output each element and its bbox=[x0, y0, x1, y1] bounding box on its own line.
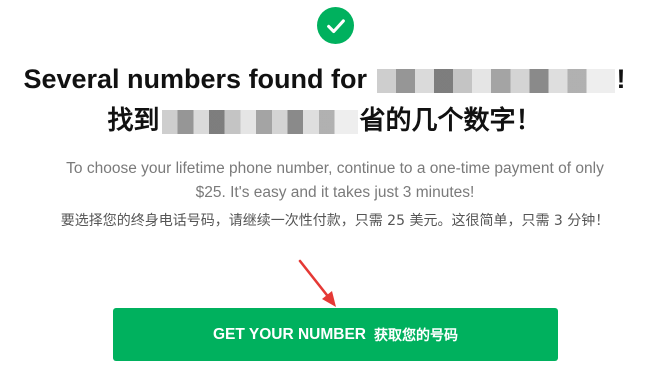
get-your-number-button[interactable]: GET YOUR NUMBER 获取您的号码 bbox=[113, 308, 558, 361]
checkmark-icon bbox=[326, 18, 345, 33]
title-zh-prefix: 找到 bbox=[107, 106, 160, 136]
page-title-english: Several numbers found for ! bbox=[0, 61, 649, 97]
redacted-location-zh bbox=[161, 109, 358, 134]
check-circle-icon bbox=[317, 7, 354, 44]
page: Several numbers found for ! 找到 省的几个数字！ To… bbox=[0, 0, 649, 366]
description-chinese: 要选择您的终身电话号码，请继续一次性付款，只需 25 美元。这很简单，只需 3 … bbox=[60, 213, 610, 229]
red-arrow-icon bbox=[298, 259, 336, 307]
title-zh-suffix: 省的几个数字！ bbox=[359, 106, 542, 136]
page-title-chinese: 找到 省的几个数字！ bbox=[0, 103, 649, 139]
title-prefix: Several numbers found for bbox=[23, 64, 375, 94]
cta-label-chinese: 获取您的号码 bbox=[374, 327, 458, 344]
redacted-location bbox=[376, 68, 615, 93]
title-suffix: ! bbox=[616, 64, 626, 94]
cta-label-english: GET YOUR NUMBER bbox=[212, 325, 366, 343]
description-english: To choose your lifetime phone number, co… bbox=[66, 160, 604, 201]
